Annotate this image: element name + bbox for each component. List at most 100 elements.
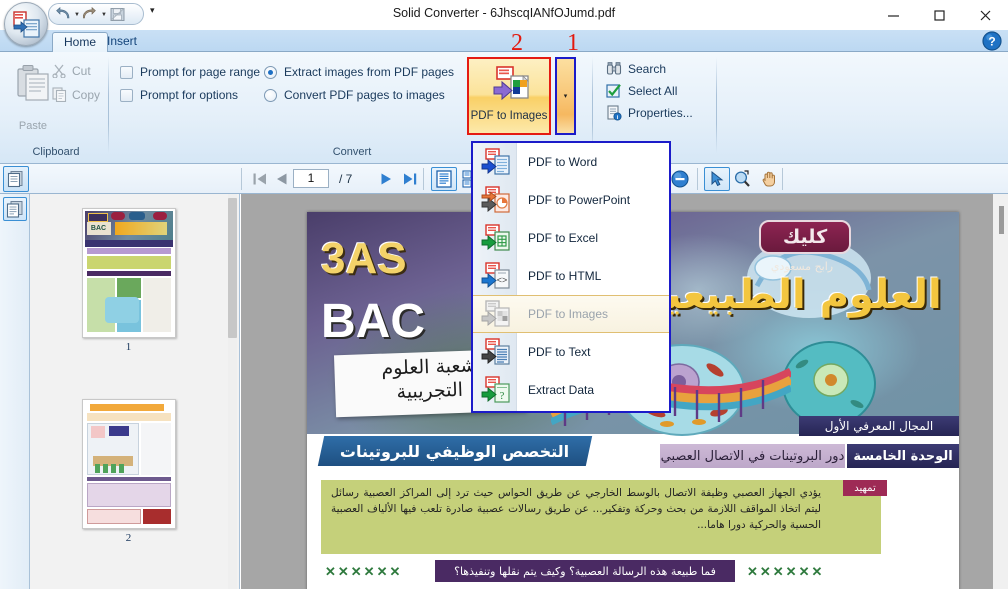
extract-data-icon: ? bbox=[473, 376, 517, 404]
zoom-select-tool[interactable] bbox=[730, 167, 756, 191]
menu-item-pdf-to-html[interactable]: <> PDF to HTML bbox=[473, 257, 669, 295]
close-button[interactable] bbox=[962, 0, 1008, 30]
menu-item-pdf-to-images[interactable]: PDF to Images bbox=[473, 295, 669, 333]
ribbon-group-clipboard: Paste Cut Copy Clipboard bbox=[4, 55, 108, 159]
document-properties-icon: i bbox=[607, 105, 622, 121]
menu-item-label: PDF to PowerPoint bbox=[528, 193, 631, 207]
prompt-options-label: Prompt for options bbox=[140, 88, 239, 102]
zoom-out-button[interactable] bbox=[670, 169, 690, 189]
knowledge-field-band: المجال المعرفي الأول bbox=[799, 416, 959, 436]
zoom-out-icon bbox=[671, 170, 689, 188]
application-window: Solid Converter - 6JhscqIANfOJumd.pdf ▼ … bbox=[0, 0, 1008, 589]
group-divider bbox=[108, 57, 109, 153]
pdf-to-images-dropdown-arrow[interactable]: ▾ bbox=[555, 57, 576, 135]
section-title-band: التخصص الوظيفي للبروتينات bbox=[317, 436, 593, 466]
properties-label: Properties... bbox=[628, 106, 693, 120]
menu-item-label: PDF to Images bbox=[528, 307, 609, 321]
pages-panel-toggle[interactable] bbox=[3, 166, 29, 192]
pdf-convert-dropdown-menu[interactable]: PDF to Word PDF to PowerPoint PDF to Exc… bbox=[471, 141, 671, 413]
convert-pages-radio-dot[interactable] bbox=[264, 88, 277, 102]
last-page-icon bbox=[404, 173, 417, 185]
left-panel-strip bbox=[0, 194, 30, 589]
prompt-options-checkbox-box[interactable] bbox=[120, 88, 133, 102]
thumbnails-panel-icon bbox=[6, 201, 23, 218]
undo-dropdown-caret[interactable]: ▼ bbox=[74, 12, 80, 18]
first-page-icon bbox=[253, 173, 266, 185]
save-button[interactable] bbox=[109, 5, 126, 23]
thumbnail-pane[interactable]: BAC 1 2 bbox=[30, 194, 240, 589]
single-page-view-button[interactable] bbox=[431, 167, 457, 191]
document-scrollbar-track[interactable] bbox=[993, 194, 1008, 589]
menu-item-extract-data[interactable]: ? Extract Data bbox=[473, 371, 669, 409]
thumbnail-page-1[interactable]: BAC 1 bbox=[81, 208, 176, 353]
level-3as-text: 3AS bbox=[321, 234, 407, 283]
cut-label: Cut bbox=[72, 63, 91, 78]
menu-item-label: Extract Data bbox=[528, 383, 595, 397]
extract-images-label: Extract images from PDF pages bbox=[284, 65, 455, 79]
radio-extract-images[interactable]: Extract images from PDF pages bbox=[264, 65, 454, 79]
next-page-button[interactable] bbox=[376, 169, 396, 189]
thumbnail-image bbox=[81, 399, 176, 529]
zoom-select-icon bbox=[734, 170, 750, 187]
menu-item-pdf-to-word[interactable]: PDF to Word bbox=[473, 143, 669, 181]
next-page-icon bbox=[381, 173, 391, 185]
toolbar-divider bbox=[697, 168, 698, 190]
extract-images-radio-dot[interactable] bbox=[264, 65, 277, 79]
menu-item-pdf-to-excel[interactable]: PDF to Excel bbox=[473, 219, 669, 257]
maximize-button[interactable] bbox=[916, 0, 962, 30]
pages-panel-icon bbox=[7, 171, 23, 188]
copy-button[interactable]: Copy bbox=[52, 87, 100, 102]
prompt-page-range-checkbox-box[interactable] bbox=[120, 65, 133, 79]
radio-convert-pages[interactable]: Convert PDF pages to images bbox=[264, 88, 445, 102]
svg-text:<>: <> bbox=[497, 275, 508, 285]
menu-item-pdf-to-powerpoint[interactable]: PDF to PowerPoint bbox=[473, 181, 669, 219]
unit-title-band: دور البروتينات في الاتصال العصبي bbox=[660, 444, 845, 468]
tab-insert[interactable]: Insert bbox=[96, 32, 148, 52]
redo-dropdown-caret[interactable]: ▼ bbox=[101, 12, 107, 18]
checkbox-prompt-page-range[interactable]: Prompt for page range bbox=[120, 65, 260, 79]
toolbar-divider bbox=[423, 168, 424, 190]
previous-page-button[interactable] bbox=[272, 169, 292, 189]
thumbnails-panel-button[interactable] bbox=[3, 197, 27, 221]
select-all-button[interactable]: Select All bbox=[606, 83, 677, 99]
first-page-button[interactable] bbox=[250, 169, 270, 189]
current-page-input[interactable]: 1 bbox=[293, 169, 329, 188]
search-button[interactable]: Search bbox=[606, 61, 666, 77]
application-menu-orb[interactable] bbox=[4, 2, 48, 46]
intro-tag: تمهيد bbox=[843, 480, 887, 496]
document-title-arabic: العلوم الطبيعية bbox=[642, 272, 942, 318]
x-chain-right: ✕✕✕✕✕✕ bbox=[747, 564, 825, 579]
last-page-button[interactable] bbox=[400, 169, 420, 189]
paste-label: Paste bbox=[18, 120, 48, 132]
checkbox-prompt-options[interactable]: Prompt for options bbox=[120, 88, 238, 102]
hand-pan-tool[interactable] bbox=[756, 167, 782, 191]
intro-panel: يؤدي الجهاز العصبي وظيفة الاتصال بالوسط … bbox=[321, 480, 881, 554]
previous-page-icon bbox=[277, 173, 287, 185]
hand-pan-icon bbox=[762, 171, 775, 187]
redo-button[interactable] bbox=[82, 5, 99, 23]
pdf-to-images-button-label: PDF to Images bbox=[470, 110, 548, 122]
pdf-to-images-icon bbox=[473, 300, 517, 328]
level-bac-text: BAC bbox=[321, 295, 425, 348]
menu-item-label: PDF to Excel bbox=[528, 231, 599, 245]
ribbon-tab-bar: Home Insert bbox=[0, 30, 1008, 52]
paste-button[interactable]: Paste bbox=[10, 59, 56, 135]
thumbnail-scrollbar-thumb[interactable] bbox=[228, 198, 237, 338]
undo-button[interactable] bbox=[55, 5, 72, 23]
menu-item-pdf-to-text[interactable]: PDF to Text bbox=[473, 333, 669, 371]
thumbnail-page-2[interactable]: 2 bbox=[81, 399, 176, 544]
thumbnail-page-label: 2 bbox=[125, 532, 132, 544]
clipboard-group-label: Clipboard bbox=[32, 146, 80, 158]
select-cursor-icon bbox=[711, 170, 724, 187]
properties-button[interactable]: i Properties... bbox=[606, 105, 693, 121]
help-button[interactable]: ? bbox=[982, 31, 1002, 51]
minimize-button[interactable] bbox=[870, 0, 916, 30]
cut-button[interactable]: Cut bbox=[52, 63, 91, 78]
customize-quick-access-toolbar-button[interactable]: ▾ bbox=[150, 5, 155, 16]
pdf-to-images-button[interactable]: PDF to Images bbox=[467, 57, 551, 135]
select-cursor-tool[interactable] bbox=[704, 167, 730, 191]
quick-access-toolbar: ▼ ▼ bbox=[48, 3, 144, 25]
scissors-icon bbox=[52, 64, 66, 78]
binoculars-icon bbox=[606, 62, 622, 75]
document-scrollbar-thumb[interactable] bbox=[999, 206, 1004, 234]
